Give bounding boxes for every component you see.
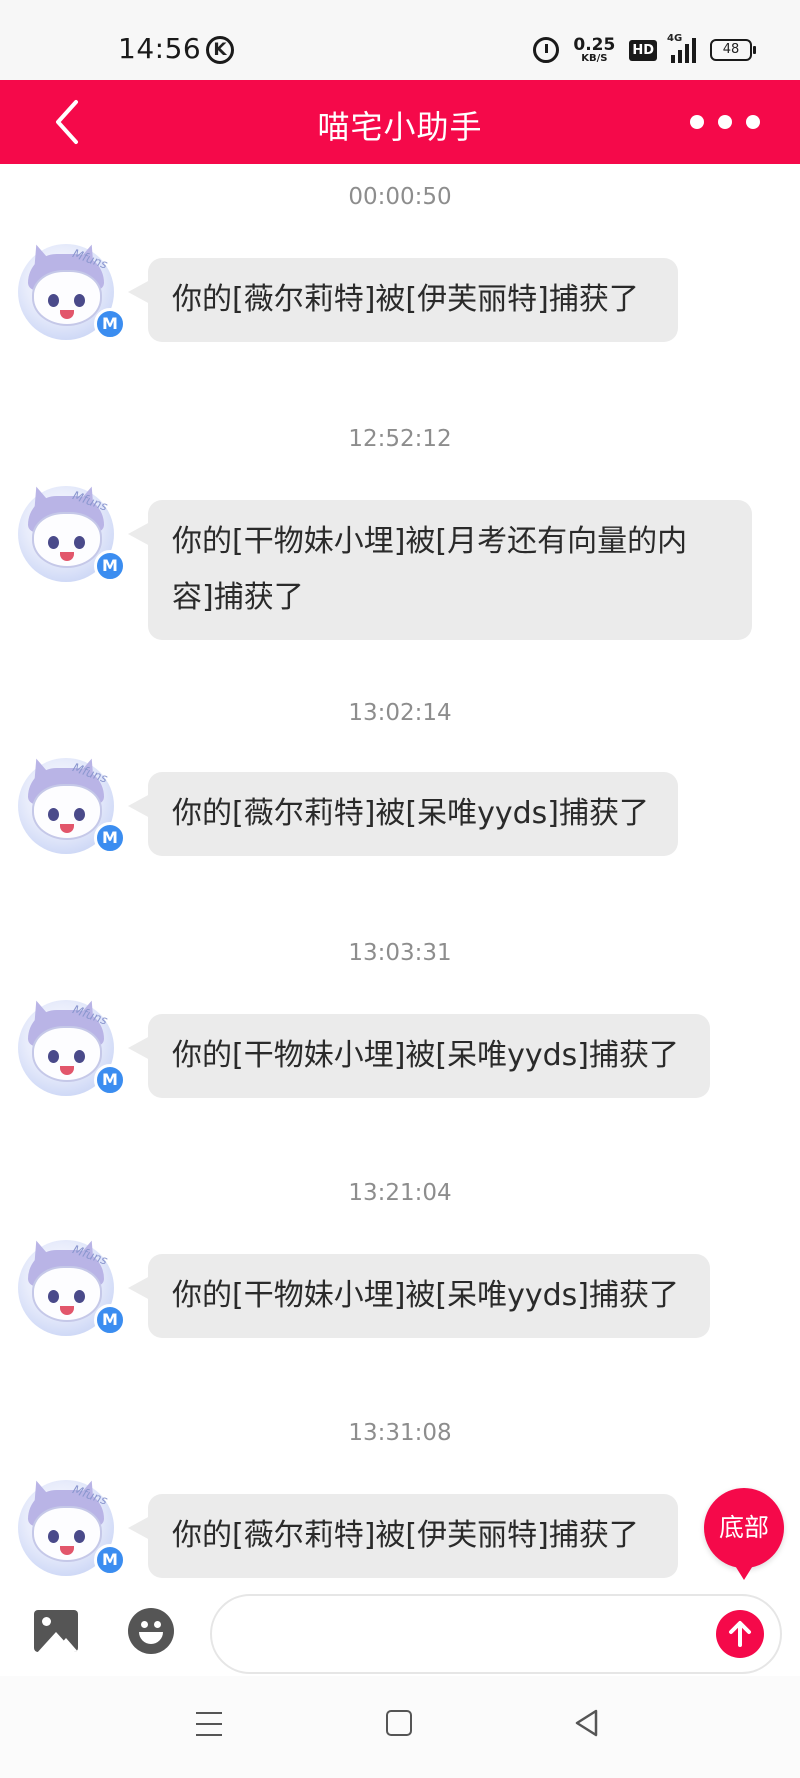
m-badge-icon: M xyxy=(94,1304,126,1336)
emoji-icon[interactable] xyxy=(128,1608,174,1654)
message-timestamp: 13:31:08 xyxy=(348,1420,452,1446)
message-timestamp: 13:21:04 xyxy=(348,1180,452,1206)
network-speed-value: 0.25 xyxy=(573,34,616,55)
hd-icon: HD xyxy=(629,39,657,61)
back-triangle-icon[interactable] xyxy=(572,1708,602,1738)
status-bar: 14:56 K 0.25 KB/S HD 4G 48 xyxy=(0,0,800,80)
signal-icon: 4G xyxy=(667,33,696,63)
jump-to-bottom-button[interactable]: 底部 xyxy=(704,1488,784,1580)
avatar[interactable]: Mfuns M xyxy=(18,1237,126,1336)
m-badge-icon: M xyxy=(94,550,126,582)
message-list[interactable]: 00:00:50 Mfuns M 你的[薇尔莉特]被[伊芙丽特]捕获了 12:5… xyxy=(0,164,800,1590)
chat-header: 喵宅小助手 xyxy=(0,80,800,164)
avatar[interactable]: Mfuns M xyxy=(18,1477,126,1576)
alarm-icon xyxy=(533,37,560,63)
network-type: 4G xyxy=(667,33,683,44)
network-speed-unit: KB/S xyxy=(581,52,608,64)
input-bar xyxy=(0,1590,800,1676)
more-dot-icon xyxy=(690,115,704,129)
page-title: 喵宅小助手 xyxy=(317,108,483,146)
send-arrow-up-icon xyxy=(729,1621,751,1647)
m-badge-icon: M xyxy=(94,1544,126,1576)
more-dot-icon xyxy=(718,115,732,129)
home-square-icon[interactable] xyxy=(386,1710,412,1736)
status-icons: 0.25 KB/S HD 4G 48 xyxy=(533,32,756,68)
k-badge-icon: K xyxy=(206,36,234,64)
avatar[interactable]: Mfuns M xyxy=(18,483,126,582)
message-timestamp: 13:02:14 xyxy=(348,700,452,726)
system-nav-bar xyxy=(0,1676,800,1778)
m-badge-icon: M xyxy=(94,822,126,854)
status-time: 14:56 xyxy=(118,32,202,65)
image-icon[interactable] xyxy=(34,1610,78,1652)
m-badge-icon: M xyxy=(94,308,126,340)
more-dot-icon xyxy=(746,115,760,129)
message-bubble[interactable]: 你的[干物妹小埋]被[月考还有向量的内容]捕获了 xyxy=(128,500,752,640)
message-bubble[interactable]: 你的[薇尔莉特]被[呆唯yyds]捕获了 xyxy=(128,772,678,856)
message-timestamp: 13:03:31 xyxy=(348,940,452,966)
message-input[interactable] xyxy=(210,1594,782,1674)
network-speed: 0.25 KB/S xyxy=(573,34,616,64)
avatar[interactable]: Mfuns M xyxy=(18,241,126,340)
message-bubble[interactable]: 你的[薇尔莉特]被[伊芙丽特]捕获了 xyxy=(128,258,678,342)
message-timestamp: 12:52:12 xyxy=(348,426,452,452)
send-button[interactable] xyxy=(716,1610,764,1658)
avatar[interactable]: Mfuns M xyxy=(18,755,126,854)
message-bubble[interactable]: 你的[干物妹小埋]被[呆唯yyds]捕获了 xyxy=(128,1254,710,1338)
avatar[interactable]: Mfuns M xyxy=(18,997,126,1096)
more-options-button[interactable] xyxy=(690,110,760,134)
message-bubble[interactable]: 你的[干物妹小埋]被[呆唯yyds]捕获了 xyxy=(128,1014,710,1098)
message-timestamp: 00:00:50 xyxy=(348,184,452,210)
menu-icon[interactable] xyxy=(196,1712,222,1736)
m-badge-icon: M xyxy=(94,1064,126,1096)
message-bubble[interactable]: 你的[薇尔莉特]被[伊芙丽特]捕获了 xyxy=(128,1494,678,1578)
battery-icon: 48 xyxy=(710,39,756,61)
